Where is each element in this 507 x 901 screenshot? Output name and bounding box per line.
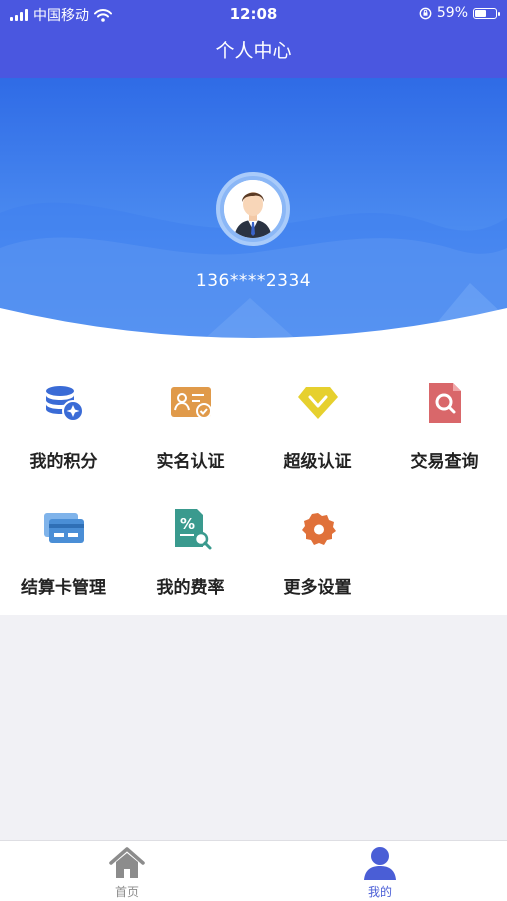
tab-home[interactable]: 首页 — [67, 841, 187, 901]
menu-grid: 我的积分 实名认证 超级认证 交易查询 结算卡管理 % 我的费率 更多设置 — [0, 343, 507, 615]
tab-mine-label: 我的 — [367, 885, 392, 899]
menu-item-card-management[interactable]: 结算卡管理 — [0, 469, 127, 598]
menu-item-my-rate[interactable]: % 我的费率 — [127, 469, 254, 598]
menu-label: 结算卡管理 — [21, 578, 106, 598]
orientation-lock-icon — [419, 7, 432, 19]
tab-bar: 首页 我的 — [0, 840, 507, 901]
status-bar: 中国移动 12:08 59% — [0, 0, 507, 28]
menu-label: 更多设置 — [283, 578, 352, 598]
battery-icon — [473, 7, 500, 19]
svg-text:%: % — [180, 515, 195, 533]
battery-percent: 59% — [436, 5, 468, 21]
nav-bar: 个人中心 — [0, 28, 507, 78]
businessman-avatar-icon — [224, 180, 282, 238]
user-phone: 136****2334 — [195, 271, 312, 291]
avatar-picture — [224, 180, 282, 238]
status-right: 59% — [419, 5, 500, 21]
user-icon — [364, 847, 396, 880]
id-card-verified-icon — [171, 387, 212, 419]
menu-item-points[interactable]: 我的积分 — [0, 343, 127, 472]
menu-item-super-auth[interactable]: 超级认证 — [254, 343, 381, 472]
menu-label: 我的费率 — [156, 578, 225, 598]
bank-card-icon — [44, 513, 84, 543]
home-icon — [109, 847, 145, 878]
menu-item-transaction-query[interactable]: 交易查询 — [381, 343, 507, 472]
rate-percent-doc-icon: % — [175, 509, 212, 550]
profile-header: 136****2334 — [0, 78, 507, 343]
menu-label: 交易查询 — [410, 452, 479, 472]
avatar[interactable] — [216, 172, 290, 246]
document-search-icon — [429, 383, 461, 423]
menu-item-real-name-auth[interactable]: 实名认证 — [127, 343, 254, 472]
menu-item-more-settings[interactable]: 更多设置 — [254, 469, 381, 598]
page-title: 个人中心 — [215, 40, 292, 62]
points-coins-icon — [46, 386, 84, 422]
tab-home-label: 首页 — [114, 885, 139, 899]
tab-mine[interactable]: 我的 — [320, 841, 440, 901]
gear-icon — [302, 513, 336, 545]
diamond-check-icon — [298, 387, 338, 419]
